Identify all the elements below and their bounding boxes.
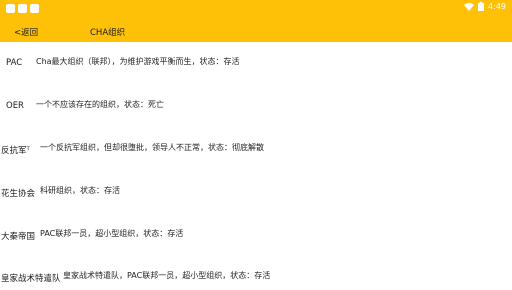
notification-icon xyxy=(18,4,27,13)
notification-icon xyxy=(30,4,39,13)
status-bar-right: 4:49 xyxy=(464,2,506,11)
org-name: 花生协会 xyxy=(1,189,36,199)
org-name: PAC xyxy=(6,58,23,68)
status-notification-icons xyxy=(6,4,39,13)
org-name: 大秦帝国 xyxy=(1,232,36,242)
org-description: Cha最大组织（联邦），为维护游戏平衡而生，状态：存活 xyxy=(36,57,240,66)
org-name: 皇家战术特遣队 xyxy=(1,274,61,284)
org-description: 一个不应该存在的组织，状态：死亡 xyxy=(36,100,164,109)
org-description: 皇家战术特遣队，PAC联邦一员，超小型组织，状态：存活 xyxy=(63,271,271,280)
wifi-icon xyxy=(464,2,475,11)
notification-icon xyxy=(6,4,15,13)
back-button[interactable]: <返回 xyxy=(14,26,38,38)
app-header: 4:49 <返回 CHA组织 xyxy=(0,0,512,42)
list-item[interactable]: OER 一个不应该存在的组织，状态：死亡 xyxy=(0,99,512,119)
org-description: 一个反抗军组织，但却很堕批，领导人不正常，状态：彻底解散 xyxy=(40,143,264,152)
page-title: CHA组织 xyxy=(90,28,126,38)
battery-icon xyxy=(478,2,485,11)
list-item[interactable]: 反抗军ᵀ 一个反抗军组织，但却很堕批，领导人不正常，状态：彻底解散 xyxy=(0,142,512,162)
org-name: OER xyxy=(6,101,24,111)
status-time: 4:49 xyxy=(488,2,506,11)
list-item[interactable]: 大秦帝国 PAC联邦一员，超小型组织，状态：存活 xyxy=(0,228,512,248)
org-name: 反抗军ᵀ xyxy=(1,146,30,156)
org-description: 科研组织，状态：存活 xyxy=(40,186,120,195)
org-description: PAC联邦一员，超小型组织，状态：存活 xyxy=(40,229,184,238)
list-item[interactable]: 花生协会 科研组织，状态：存活 xyxy=(0,185,512,205)
list-item[interactable]: 皇家战术特遣队 皇家战术特遣队，PAC联邦一员，超小型组织，状态：存活 xyxy=(0,270,512,290)
list-item[interactable]: PAC Cha最大组织（联邦），为维护游戏平衡而生，状态：存活 xyxy=(0,56,512,76)
